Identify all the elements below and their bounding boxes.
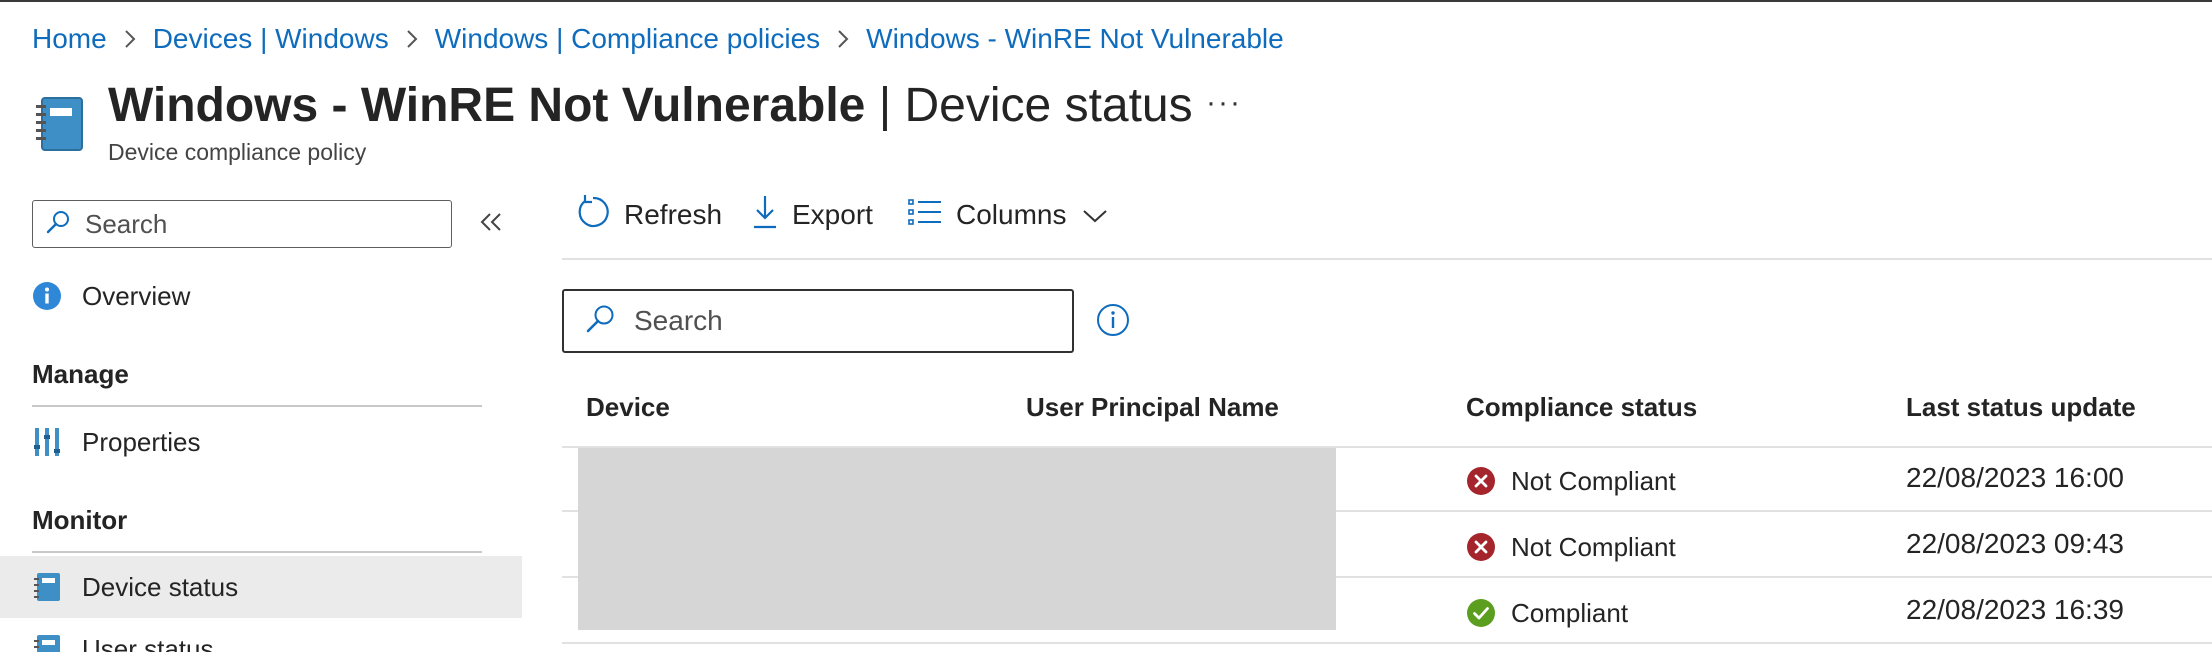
policy-book-icon	[32, 572, 62, 602]
chevron-right-icon	[820, 28, 866, 50]
sidebar-search-input[interactable]	[85, 208, 425, 240]
table-row-status: Not Compliant	[1466, 465, 1676, 497]
list-columns-icon	[908, 198, 942, 233]
search-icon	[45, 209, 71, 240]
section-heading-monitor: Monitor	[32, 505, 128, 535]
divider	[32, 405, 482, 407]
divider	[32, 551, 482, 553]
more-options-button[interactable]: ···	[1206, 86, 1242, 120]
refresh-label: Refresh	[624, 199, 723, 230]
download-icon	[752, 194, 778, 237]
export-label: Export	[792, 199, 873, 230]
table-cell-last-update: 22/08/2023 09:43	[1906, 528, 2124, 559]
toolbar-divider	[562, 258, 2212, 260]
device-search-input[interactable]	[634, 305, 1054, 337]
breadcrumb-home[interactable]: Home	[32, 23, 107, 55]
column-header-user-principal-name[interactable]: User Principal Name	[1026, 392, 1279, 423]
sidebar-item-user-status[interactable]: User status	[0, 618, 522, 652]
breadcrumb-compliance-policies[interactable]: Windows | Compliance policies	[435, 23, 820, 55]
page-title-policy-name: Windows - WinRE Not Vulnerable	[108, 79, 866, 132]
policy-book-icon	[34, 96, 86, 152]
breadcrumb: Home Devices | Windows Windows | Complia…	[32, 20, 1284, 58]
info-icon	[32, 281, 62, 311]
search-icon	[584, 303, 616, 340]
column-header-compliance-status[interactable]: Compliance status	[1466, 392, 1697, 423]
device-search	[562, 289, 1074, 353]
page-title-section: | Device status	[878, 79, 1193, 132]
status-label: Not Compliant	[1511, 531, 1676, 562]
page-subtitle: Device compliance policy	[108, 139, 367, 165]
breadcrumb-current-policy[interactable]: Windows - WinRE Not Vulnerable	[866, 23, 1284, 55]
table-cell-last-update: 22/08/2023 16:00	[1906, 462, 2124, 493]
sidebar-item-overview[interactable]: Overview	[0, 265, 522, 327]
policy-book-icon	[32, 634, 62, 652]
sidebar-item-device-status[interactable]: Device status	[0, 556, 522, 618]
section-heading-manage: Manage	[32, 359, 129, 389]
sidebar-item-label: Properties	[82, 426, 201, 457]
chevron-right-icon	[389, 28, 435, 50]
sidebar-item-label: User status	[82, 633, 214, 652]
status-label: Not Compliant	[1511, 465, 1676, 496]
chevron-right-icon	[107, 28, 153, 50]
info-icon[interactable]	[1096, 303, 1130, 337]
columns-label: Columns	[956, 199, 1067, 230]
chevron-down-icon	[1082, 199, 1108, 231]
error-circle-icon	[1466, 532, 1496, 562]
sidebar-item-properties[interactable]: Properties	[0, 411, 522, 473]
sidebar-search	[32, 200, 452, 248]
error-circle-icon	[1466, 466, 1496, 496]
sidebar-item-label: Overview	[82, 280, 191, 311]
redacted-device-and-user-cells	[578, 448, 1336, 630]
table-row-status: Compliant	[1466, 597, 1628, 629]
refresh-button[interactable]: Refresh	[576, 193, 722, 237]
properties-bars-icon	[32, 427, 62, 457]
window-top-border	[0, 0, 2212, 2]
export-button[interactable]: Export	[752, 193, 873, 237]
breadcrumb-devices-windows[interactable]: Devices | Windows	[153, 23, 389, 55]
sidebar-item-label: Device status	[82, 571, 239, 602]
status-label: Compliant	[1511, 597, 1629, 628]
refresh-icon	[576, 194, 610, 237]
success-check-icon	[1466, 598, 1496, 628]
page-title: Windows - WinRE Not Vulnerable | Device …	[108, 78, 1193, 134]
table-row-status: Not Compliant	[1466, 531, 1676, 563]
columns-button[interactable]: Columns	[908, 193, 1108, 237]
column-header-device[interactable]: Device	[586, 392, 670, 423]
collapse-sidebar-button[interactable]	[478, 207, 504, 237]
table-row-divider	[562, 642, 2212, 644]
table-cell-last-update: 22/08/2023 16:39	[1906, 594, 2124, 625]
column-header-last-status-update[interactable]: Last status update	[1906, 392, 2136, 423]
